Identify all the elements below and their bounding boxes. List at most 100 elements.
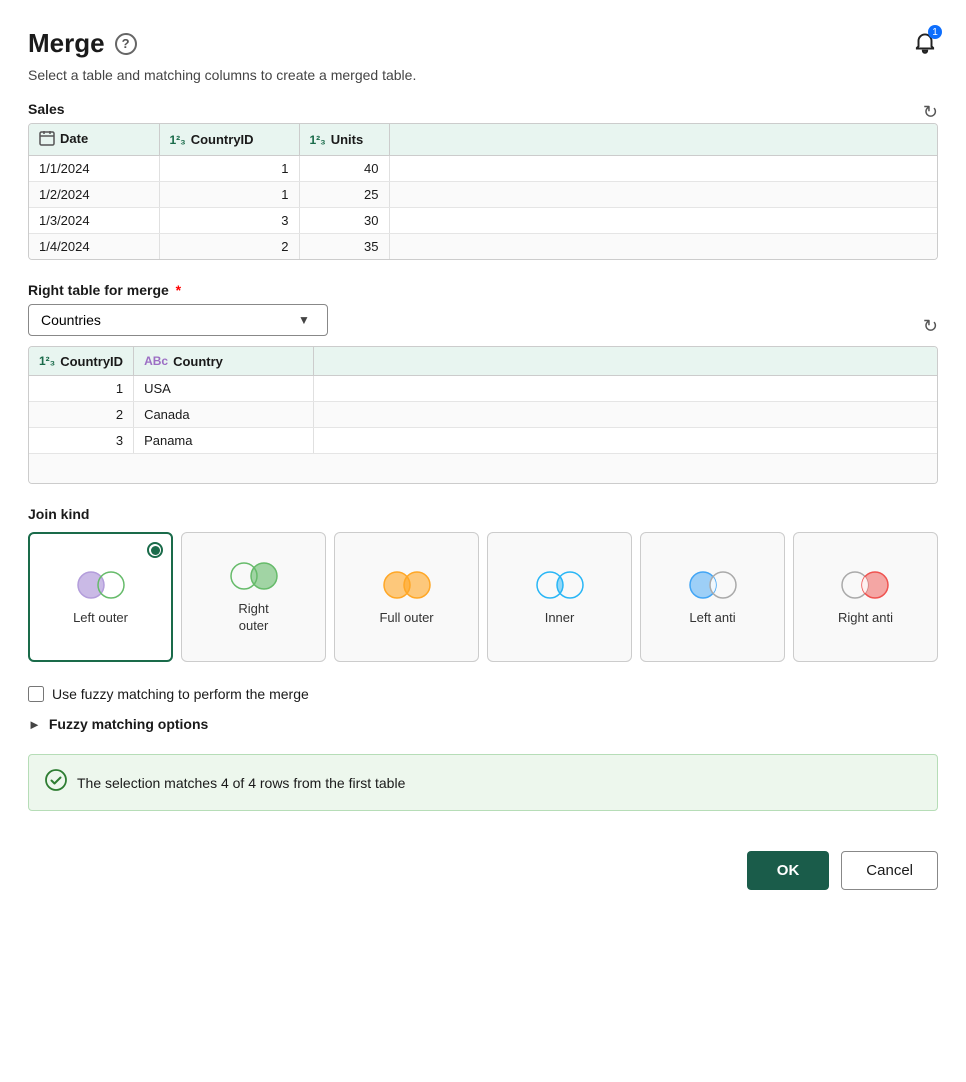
- check-circle-icon: [45, 769, 67, 796]
- join-inner-label: Inner: [545, 610, 575, 627]
- sales-label: Sales: [28, 101, 65, 117]
- country-empty: [314, 375, 937, 401]
- join-left-anti-label: Left anti: [689, 610, 735, 627]
- sales-units: 30: [299, 208, 389, 234]
- right-table-header: Right table for merge *: [28, 282, 938, 298]
- footer-actions: OK Cancel: [28, 841, 938, 890]
- calendar-icon: [39, 130, 55, 146]
- country-name: Panama: [134, 427, 314, 453]
- cancel-button[interactable]: Cancel: [841, 851, 938, 890]
- sales-empty: [389, 208, 937, 234]
- notification-icon[interactable]: 1: [912, 29, 938, 58]
- ok-button[interactable]: OK: [747, 851, 830, 890]
- table-row: 3 Panama: [29, 427, 937, 453]
- country-empty: [314, 427, 937, 453]
- sales-col-date: Date: [29, 124, 159, 156]
- right-table-select[interactable]: Countries: [28, 304, 328, 336]
- country-empty: [314, 401, 937, 427]
- sales-empty: [389, 182, 937, 208]
- sales-countryid: 2: [159, 234, 299, 260]
- right-table-label: Right table for merge *: [28, 282, 181, 298]
- sales-units: 25: [299, 182, 389, 208]
- selected-dot: [147, 542, 163, 558]
- venn-left-anti: [687, 568, 739, 602]
- sales-col-empty: [389, 124, 937, 156]
- join-option-right-outer[interactable]: Rightouter: [181, 532, 326, 662]
- sales-table-container: Date 1²₃ CountryID 1²₃ Units: [28, 123, 938, 260]
- join-option-full-outer[interactable]: Full outer: [334, 532, 479, 662]
- status-message: The selection matches 4 of 4 rows from t…: [28, 754, 938, 811]
- sales-date: 1/4/2024: [29, 234, 159, 260]
- fuzzy-matching-check: Use fuzzy matching to perform the merge: [28, 686, 938, 702]
- venn-right-anti: [839, 568, 891, 602]
- join-left-outer-label: Left outer: [73, 610, 128, 627]
- country-name: Canada: [134, 401, 314, 427]
- venn-full-outer: [381, 568, 433, 602]
- sales-countryid: 1: [159, 182, 299, 208]
- sales-table-header-row: Date 1²₃ CountryID 1²₃ Units: [29, 124, 937, 156]
- countries-col-country: ABc Country: [134, 347, 314, 375]
- country-id: 1: [29, 375, 134, 401]
- country-name: USA: [134, 375, 314, 401]
- sales-refresh-button[interactable]: ↻: [923, 103, 938, 121]
- join-right-outer-label: Rightouter: [238, 601, 268, 635]
- join-kind-label: Join kind: [28, 506, 938, 522]
- fuzzy-options-label: Fuzzy matching options: [49, 716, 208, 732]
- join-options-container: Left outer Rightouter Full outer: [28, 532, 938, 662]
- countries-table-body: 1 USA 2 Canada 3 Panama: [29, 375, 937, 483]
- join-option-inner[interactable]: Inner: [487, 532, 632, 662]
- sales-countryid: 3: [159, 208, 299, 234]
- join-option-right-anti[interactable]: Right anti: [793, 532, 938, 662]
- title-row: Merge ?: [28, 28, 137, 59]
- sales-table-body: 1/1/2024 1 40 1/2/2024 1 25 1/3/2024 3 3…: [29, 156, 937, 260]
- sales-empty: [389, 234, 937, 260]
- sales-countryid: 1: [159, 156, 299, 182]
- sales-date: 1/2/2024: [29, 182, 159, 208]
- subtitle: Select a table and matching columns to c…: [28, 67, 938, 83]
- countries-table-container: 1²₃ CountryID ABc Country 1: [28, 346, 938, 484]
- sales-units: 40: [299, 156, 389, 182]
- venn-right-outer: [228, 559, 280, 593]
- right-table-refresh-button[interactable]: ↻: [923, 317, 938, 335]
- venn-left-outer: [75, 568, 127, 602]
- venn-inner: [534, 568, 586, 602]
- notification-badge: 1: [928, 25, 942, 39]
- fuzzy-options-row[interactable]: ► Fuzzy matching options: [28, 716, 938, 732]
- sales-units: 35: [299, 234, 389, 260]
- join-right-anti-label: Right anti: [838, 610, 893, 627]
- sales-date: 1/1/2024: [29, 156, 159, 182]
- status-text: The selection matches 4 of 4 rows from t…: [77, 775, 405, 791]
- sales-col-units: 1²₃ Units: [299, 124, 389, 156]
- table-row: 1/3/2024 3 30: [29, 208, 937, 234]
- countries-col-id: 1²₃ CountryID: [29, 347, 134, 375]
- join-option-left-anti[interactable]: Left anti: [640, 532, 785, 662]
- countries-header-row: 1²₃ CountryID ABc Country: [29, 347, 937, 375]
- fuzzy-matching-checkbox[interactable]: [28, 686, 44, 702]
- table-row: 1/1/2024 1 40: [29, 156, 937, 182]
- sales-col-countryid: 1²₃ CountryID: [159, 124, 299, 156]
- sales-table: Date 1²₃ CountryID 1²₃ Units: [29, 124, 937, 259]
- sales-section-header: Sales ↻: [28, 101, 938, 123]
- fuzzy-matching-checkbox-label[interactable]: Use fuzzy matching to perform the merge: [52, 686, 309, 702]
- table-row: 1 USA: [29, 375, 937, 401]
- join-option-left-outer[interactable]: Left outer: [28, 532, 173, 662]
- right-table-dropdown-container: Countries ▼: [28, 304, 328, 336]
- page-title: Merge: [28, 28, 105, 59]
- help-icon[interactable]: ?: [115, 33, 137, 55]
- join-full-outer-label: Full outer: [379, 610, 433, 627]
- countries-table: 1²₃ CountryID ABc Country 1: [29, 347, 937, 483]
- chevron-right-icon: ►: [28, 717, 41, 732]
- country-id: 2: [29, 401, 134, 427]
- table-row: 1/4/2024 2 35: [29, 234, 937, 260]
- country-id: 3: [29, 427, 134, 453]
- countries-col-empty: [314, 347, 937, 375]
- sales-empty: [389, 156, 937, 182]
- right-table-section: Right table for merge * Countries ▼ ↻ 1²…: [28, 282, 938, 484]
- check-icon-svg: [45, 769, 67, 791]
- table-row: 1/2/2024 1 25: [29, 182, 937, 208]
- join-kind-section: Join kind Left outer Rightouter: [28, 506, 938, 662]
- sales-date: 1/3/2024: [29, 208, 159, 234]
- table-row: 2 Canada: [29, 401, 937, 427]
- right-table-label-row: Right table for merge *: [28, 282, 181, 298]
- page-header: Merge ? 1: [28, 28, 938, 59]
